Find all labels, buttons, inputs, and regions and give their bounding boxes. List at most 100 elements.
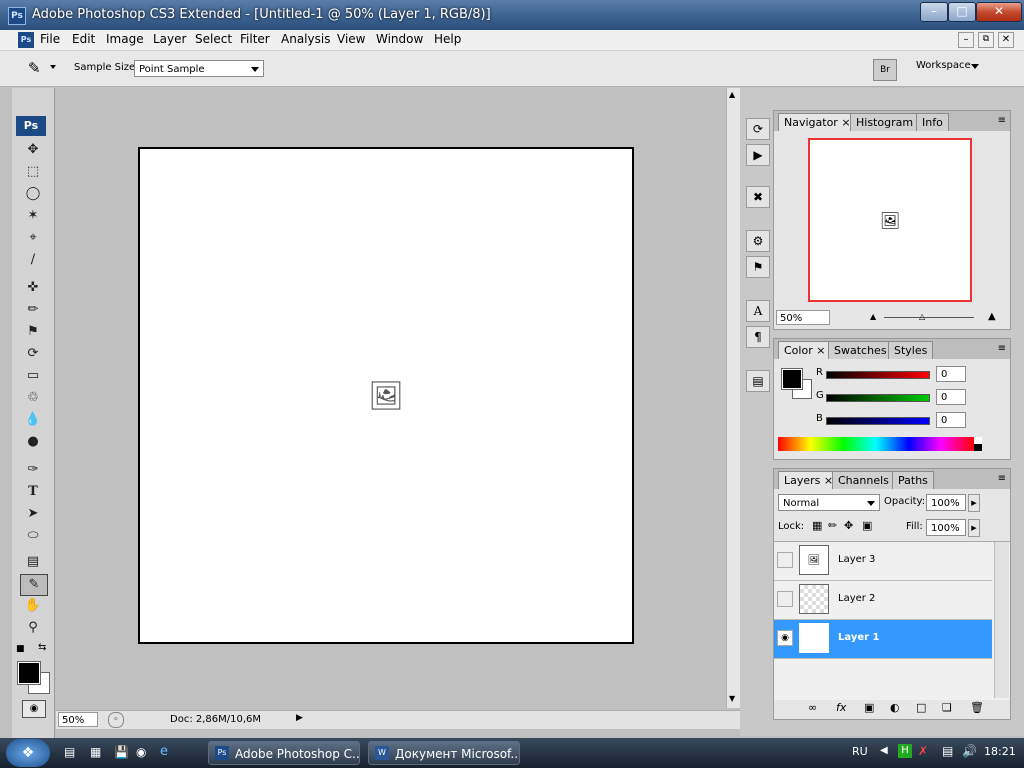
menu-window[interactable]: Window xyxy=(376,32,423,46)
slice-tool-icon[interactable]: ∕ xyxy=(20,250,46,270)
swap-colors-icon[interactable]: ⇆ xyxy=(38,642,46,653)
bridge-icon[interactable]: Br xyxy=(873,59,897,81)
menu-file[interactable]: File xyxy=(40,32,60,46)
actions-panel-icon[interactable]: ▶ xyxy=(746,144,770,166)
layers-scrollbar[interactable] xyxy=(994,542,1009,698)
workspace-button[interactable]: Workspace xyxy=(916,60,971,71)
network-icon[interactable]: ▤ xyxy=(942,744,953,758)
clone-stamp-icon[interactable]: ⚑ xyxy=(20,322,46,342)
panel-menu-icon[interactable]: ≡ xyxy=(998,473,1006,484)
brushes-icon[interactable]: ⚙ xyxy=(746,230,770,252)
foreground-color-swatch[interactable] xyxy=(17,661,41,685)
b-value-field[interactable]: 0 xyxy=(936,412,966,428)
crop-tool-icon[interactable]: ⌖ xyxy=(20,228,46,248)
menu-layer[interactable]: Layer xyxy=(153,32,186,46)
magic-wand-icon[interactable]: ✶ xyxy=(20,206,46,226)
layer-comps-icon[interactable]: ▤ xyxy=(746,370,770,392)
menu-image[interactable]: Image xyxy=(106,32,144,46)
lock-position-icon[interactable]: ✥ xyxy=(844,519,853,532)
default-colors-icon[interactable]: ■ xyxy=(16,644,25,654)
layer-row[interactable]: Layer 2 xyxy=(774,581,992,620)
layer-mask-icon[interactable]: ▣ xyxy=(864,701,874,714)
menu-select[interactable]: Select xyxy=(195,32,232,46)
fill-arrow-icon[interactable]: ▶ xyxy=(968,519,980,537)
vertical-scrollbar[interactable]: ▲ ▼ xyxy=(726,88,741,708)
color-foreground-swatch[interactable] xyxy=(781,368,803,390)
visibility-toggle-icon[interactable] xyxy=(777,591,793,607)
r-value-field[interactable]: 0 xyxy=(936,366,966,382)
tool-presets-icon[interactable]: ✖ xyxy=(746,186,770,208)
black-white-ramp[interactable] xyxy=(974,437,982,451)
tab-styles[interactable]: Styles xyxy=(888,341,934,359)
zoom-in-icon[interactable]: ▲ xyxy=(988,311,996,322)
zoom-tool-icon[interactable]: ⚲ xyxy=(20,618,46,638)
type-tool-icon[interactable]: T xyxy=(20,482,46,502)
close-button[interactable]: ✕ xyxy=(976,2,1022,22)
notes-tool-icon[interactable]: ▤ xyxy=(20,552,46,572)
layer-row-selected[interactable]: ◉ 🖼 Layer 1 xyxy=(774,620,992,659)
status-menu-arrow-icon[interactable]: ▶ xyxy=(296,713,303,723)
language-indicator[interactable]: RU xyxy=(852,745,868,758)
eye-icon[interactable]: ◉ xyxy=(777,630,793,646)
adjustment-layer-icon[interactable]: ◐ xyxy=(890,701,900,714)
menu-analysis[interactable]: Analysis xyxy=(281,32,330,46)
eyedropper-tool-icon[interactable]: ✎ xyxy=(20,574,48,596)
menu-view[interactable]: View xyxy=(337,32,365,46)
clone-source-icon[interactable]: ⚑ xyxy=(746,256,770,278)
opacity-arrow-icon[interactable]: ▶ xyxy=(968,494,980,512)
link-layers-icon[interactable]: ∞ xyxy=(808,701,817,714)
tab-navigator[interactable]: Navigator × xyxy=(778,113,857,131)
lock-pixels-icon[interactable]: ✏ xyxy=(828,519,837,532)
tray-alert-icon[interactable]: ✗ xyxy=(918,744,928,758)
volume-icon[interactable]: 🔊 xyxy=(962,744,977,758)
ellipse-tool-icon[interactable]: ⬭ xyxy=(20,526,46,546)
taskbar-item-word[interactable]: W Документ Microsof... xyxy=(368,741,520,765)
opacity-field[interactable]: 100% xyxy=(926,494,966,511)
chrome-icon[interactable]: ◉ xyxy=(136,745,146,759)
history-panel-icon[interactable]: ⟳ xyxy=(746,118,770,140)
b-slider[interactable] xyxy=(826,417,930,425)
navigator-zoom-field[interactable]: 50% xyxy=(776,310,830,325)
eyedropper-icon[interactable]: ✎ xyxy=(28,59,41,77)
lasso-tool-icon[interactable]: ◯ xyxy=(20,184,46,204)
quick-mask-icon[interactable]: ◉ xyxy=(22,700,46,718)
doc-close-button[interactable]: ✕ xyxy=(998,32,1014,48)
g-slider[interactable] xyxy=(826,394,930,402)
history-brush-icon[interactable]: ⟳ xyxy=(20,344,46,364)
ie-icon[interactable]: e xyxy=(160,744,168,759)
document-icon[interactable]: Ps xyxy=(18,32,34,48)
taskbar-item-photoshop[interactable]: Ps Adobe Photoshop C... xyxy=(208,741,360,765)
dodge-tool-icon[interactable]: ● xyxy=(20,432,46,452)
doc-restore-button[interactable]: ⧉ xyxy=(978,32,994,48)
close-tab-icon[interactable]: × xyxy=(816,344,825,357)
color-spectrum-bar[interactable] xyxy=(778,437,974,451)
menu-filter[interactable]: Filter xyxy=(240,32,270,46)
tab-histogram[interactable]: Histogram xyxy=(850,113,920,131)
move-tool-icon[interactable]: ✥ xyxy=(20,140,46,160)
navigator-preview[interactable]: 🖼 xyxy=(808,138,972,302)
delete-layer-icon[interactable]: 🗑 xyxy=(970,701,984,714)
maximize-button[interactable]: □ xyxy=(948,2,976,22)
path-selection-icon[interactable]: ➤ xyxy=(20,504,46,524)
visibility-toggle-icon[interactable] xyxy=(777,552,793,568)
panel-menu-icon[interactable]: ≡ xyxy=(998,115,1006,126)
zoom-out-icon[interactable]: ▲ xyxy=(870,312,876,321)
tab-color[interactable]: Color × xyxy=(778,341,832,359)
healing-brush-icon[interactable]: ✜ xyxy=(20,278,46,298)
marquee-tool-icon[interactable]: ⬚ xyxy=(20,162,46,182)
switch-windows-icon[interactable]: ▦ xyxy=(90,745,101,759)
tab-channels[interactable]: Channels xyxy=(832,471,895,489)
menu-edit[interactable]: Edit xyxy=(72,32,95,46)
paint-bucket-icon[interactable]: ♲ xyxy=(20,388,46,408)
tool-preset-dropdown[interactable] xyxy=(50,65,56,69)
zoom-slider[interactable] xyxy=(884,317,974,318)
canvas-image[interactable]: 🖼 xyxy=(138,147,634,644)
clock[interactable]: 18:21 xyxy=(984,745,1016,758)
zoom-slider-thumb-icon[interactable]: △ xyxy=(919,312,925,321)
fill-field[interactable]: 100% xyxy=(926,519,966,536)
scroll-up-icon[interactable]: ▲ xyxy=(729,90,735,99)
pen-tool-icon[interactable]: ✑ xyxy=(20,460,46,480)
minimize-button[interactable]: – xyxy=(920,2,948,22)
tab-info[interactable]: Info xyxy=(916,113,949,131)
show-desktop-icon[interactable]: ▤ xyxy=(64,745,75,759)
